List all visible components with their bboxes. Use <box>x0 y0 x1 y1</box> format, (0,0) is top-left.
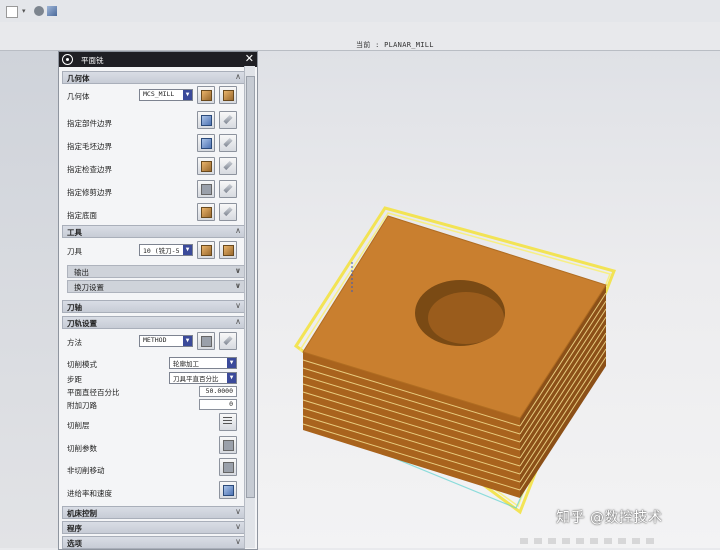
geometry-label: 几何体 <box>67 92 90 101</box>
trim-boundary-label: 指定修剪边界 <box>67 188 112 197</box>
chevron-down-icon: ∨ <box>235 507 241 516</box>
new-method-button[interactable] <box>219 332 237 350</box>
dialog-scrollbar[interactable] <box>244 66 255 548</box>
feeds-speeds-button[interactable] <box>219 481 237 499</box>
chevron-down-icon: ▼ <box>227 373 236 383</box>
chevron-up-icon: ∧ <box>235 317 241 326</box>
geometry-icon <box>201 90 212 101</box>
method-icon <box>201 336 212 347</box>
blank-boundary-button[interactable] <box>197 134 215 152</box>
boundary-icon <box>201 184 212 195</box>
stepover-label: 步距 <box>67 375 82 384</box>
stepover-select[interactable]: 刀具平直百分比 ▼ <box>169 372 237 384</box>
trim-boundary-button[interactable] <box>197 180 215 198</box>
chevron-down-icon: ∨ <box>235 537 241 546</box>
noncut-moves-label: 非切削移动 <box>67 466 105 475</box>
chevron-down-icon: ▼ <box>183 245 192 255</box>
gear-icon[interactable] <box>62 54 73 65</box>
planar-mill-dialog[interactable]: 平面铣 ✕ 几何体 ∧ 几何体 MCS_MILL ▼ 指定部件边界 指定毛坯边界 指… <box>58 51 258 550</box>
new-tool-button[interactable] <box>219 241 237 259</box>
boundary-icon <box>201 115 212 126</box>
chevron-down-icon: ∨ <box>234 266 241 275</box>
cut-levels-button[interactable] <box>219 413 237 431</box>
percent-input[interactable]: 50.0000 <box>199 386 237 397</box>
check-boundary-button[interactable] <box>197 157 215 175</box>
edit-tool-button[interactable] <box>197 241 215 259</box>
percent-label: 平面直径百分比 <box>67 388 120 397</box>
params-icon <box>223 440 234 451</box>
trim-boundary-display-button[interactable] <box>219 180 237 198</box>
moves-icon <box>223 462 234 473</box>
watermark: 知乎 @数控技术 <box>556 510 663 526</box>
floor-label: 指定底面 <box>67 211 97 220</box>
chevron-down-icon: ▼ <box>227 358 236 368</box>
new-icon <box>223 90 234 101</box>
list-icon <box>223 417 232 426</box>
chevron-up-icon: ∧ <box>235 72 241 81</box>
flashlight-icon <box>223 114 233 125</box>
flashlight-icon <box>223 183 233 194</box>
floor-button[interactable] <box>197 203 215 221</box>
feed-icon <box>223 485 234 496</box>
noncut-moves-button[interactable] <box>219 458 237 476</box>
edit-geometry-button[interactable] <box>197 86 215 104</box>
cut-params-label: 切削参数 <box>67 444 97 453</box>
dialog-title-bar[interactable]: 平面铣 ✕ <box>59 52 257 67</box>
section-machine-control[interactable]: 机床控制 ∨ <box>62 506 245 519</box>
close-icon[interactable]: ✕ <box>245 52 254 66</box>
blank-boundary-label: 指定毛坯边界 <box>67 142 112 151</box>
chevron-down-icon: ∨ <box>235 522 241 531</box>
section-tool[interactable]: 工具 ∧ <box>62 225 245 238</box>
additional-passes-input[interactable]: 0 <box>199 399 237 410</box>
boundary-icon <box>201 161 212 172</box>
chevron-up-icon: ∧ <box>235 226 241 235</box>
section-path-settings[interactable]: 刀轨设置 ∧ <box>62 316 245 329</box>
chevron-down-icon: ∨ <box>235 301 241 310</box>
method-label: 方法 <box>67 338 82 347</box>
blank-boundary-display-button[interactable] <box>219 134 237 152</box>
part-boundary-display-button[interactable] <box>219 111 237 129</box>
part-hole-inner <box>428 292 504 344</box>
cut-mode-label: 切削模式 <box>67 360 97 369</box>
additional-passes-label: 附加刀路 <box>67 401 97 410</box>
new-icon <box>223 245 234 256</box>
cut-levels-label: 切削层 <box>67 421 90 430</box>
feeds-speeds-label: 进给率和速度 <box>67 489 112 498</box>
chevron-down-icon: ∨ <box>234 281 241 290</box>
chevron-down-icon: ▼ <box>183 90 192 100</box>
subsection-output[interactable]: 输出 ∨ <box>67 265 245 278</box>
geometry-select[interactable]: MCS_MILL ▼ <box>139 89 193 101</box>
subsection-tool-change[interactable]: 换刀设置 ∨ <box>67 280 245 293</box>
section-program[interactable]: 程序 ∨ <box>62 521 245 534</box>
edit-method-button[interactable] <box>197 332 215 350</box>
cut-mode-select[interactable]: 轮廓加工 ▼ <box>169 357 237 369</box>
flashlight-icon <box>223 160 233 171</box>
flashlight-icon <box>223 137 233 148</box>
wrench-icon <box>223 335 233 346</box>
section-geometry[interactable]: 几何体 ∧ <box>62 71 245 84</box>
floor-icon <box>201 207 212 218</box>
method-select[interactable]: METHOD ▼ <box>139 335 193 347</box>
tool-label: 刀具 <box>67 247 82 256</box>
flashlight-icon <box>223 206 233 217</box>
section-tool-axis[interactable]: 刀轴 ∨ <box>62 300 245 313</box>
check-boundary-label: 指定检查边界 <box>67 165 112 174</box>
cut-params-button[interactable] <box>219 436 237 454</box>
scrollbar-thumb[interactable] <box>246 76 255 498</box>
part-boundary-button[interactable] <box>197 111 215 129</box>
new-geometry-button[interactable] <box>219 86 237 104</box>
tool-select[interactable]: 10 (铣刀-5 ▼ <box>139 244 193 256</box>
part-boundary-label: 指定部件边界 <box>67 119 112 128</box>
tool-icon <box>201 245 212 256</box>
floor-display-button[interactable] <box>219 203 237 221</box>
boundary-icon <box>201 138 212 149</box>
check-boundary-display-button[interactable] <box>219 157 237 175</box>
faint-text-strip <box>520 538 660 544</box>
section-options[interactable]: 选项 ∨ <box>62 536 245 549</box>
dialog-title: 平面铣 <box>81 56 104 65</box>
chevron-down-icon: ▼ <box>183 336 192 346</box>
